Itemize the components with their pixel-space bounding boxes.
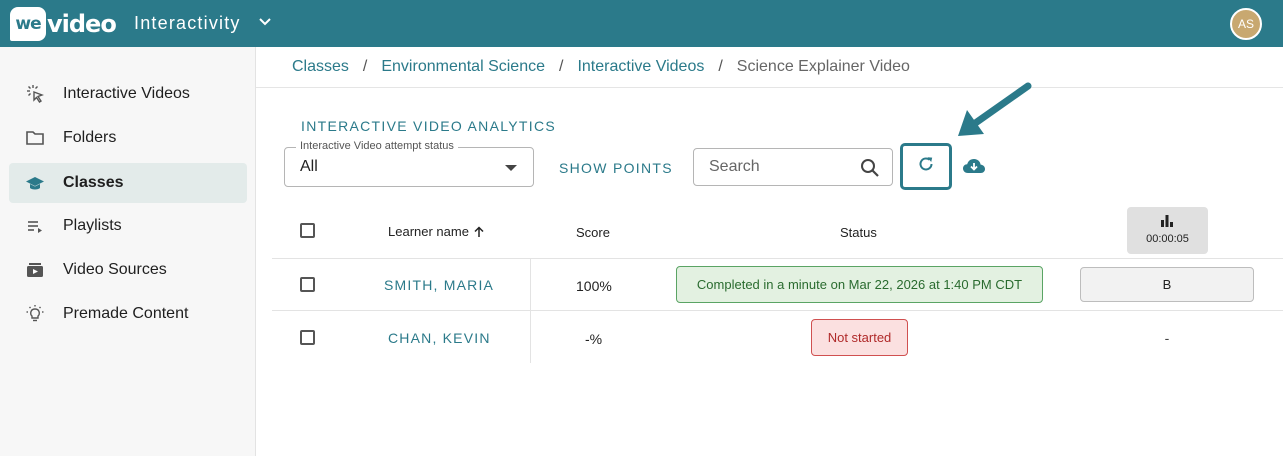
breadcrumb: Classes / Environmental Science / Intera… bbox=[292, 58, 910, 76]
learner-name-link[interactable]: CHAN, KEVIN bbox=[388, 330, 491, 346]
select-all-checkbox[interactable] bbox=[300, 223, 315, 238]
sidebar-item-label: Premade Content bbox=[63, 305, 189, 322]
answer-value: - bbox=[1164, 330, 1170, 346]
score-value: 100% bbox=[576, 278, 612, 294]
breadcrumb-separator: / bbox=[718, 58, 723, 75]
logo-badge: we bbox=[10, 7, 46, 41]
top-bar: we video Interactivity AS bbox=[0, 0, 1283, 47]
sidebar-item-label: Video Sources bbox=[63, 261, 167, 278]
attempt-status-select[interactable]: Interactive Video attempt status All bbox=[284, 140, 534, 187]
graduation-cap-icon bbox=[24, 172, 46, 194]
lightbulb-icon bbox=[24, 303, 46, 325]
status-header: Status bbox=[840, 225, 877, 240]
answer-value[interactable]: B bbox=[1080, 267, 1254, 302]
row-checkbox[interactable] bbox=[300, 330, 315, 345]
video-source-icon bbox=[24, 259, 46, 281]
question-timestamp: 00:00:05 bbox=[1146, 233, 1189, 245]
breadcrumb-separator: / bbox=[362, 58, 368, 75]
sidebar-item-folders[interactable]: Folders bbox=[9, 118, 247, 158]
page-title: INTERACTIVE VIDEO ANALYTICS bbox=[301, 118, 556, 134]
refresh-icon bbox=[917, 155, 935, 178]
learner-name-header[interactable]: Learner name bbox=[388, 224, 485, 239]
breadcrumb-separator: / bbox=[559, 58, 564, 75]
download-button[interactable] bbox=[962, 157, 986, 180]
divider bbox=[272, 310, 1283, 311]
status-badge: Completed in a minute on Mar 22, 2026 at… bbox=[676, 266, 1043, 303]
score-value: -% bbox=[585, 331, 603, 347]
chevron-down-icon[interactable] bbox=[259, 13, 271, 29]
caret-down-icon bbox=[505, 165, 517, 171]
click-pointer-icon bbox=[24, 83, 46, 105]
score-header: Score bbox=[576, 225, 610, 240]
breadcrumb-current: Science Explainer Video bbox=[736, 58, 910, 75]
sidebar-item-classes[interactable]: Classes bbox=[9, 163, 247, 203]
wevideo-logo[interactable]: we video bbox=[10, 7, 117, 41]
avatar[interactable]: AS bbox=[1230, 8, 1262, 40]
search-input[interactable] bbox=[709, 158, 849, 176]
sidebar-item-playlists[interactable]: Playlists bbox=[9, 206, 247, 246]
sidebar-item-video-sources[interactable]: Video Sources bbox=[9, 250, 247, 290]
attempt-status-legend: Interactive Video attempt status bbox=[296, 140, 458, 152]
search-field[interactable] bbox=[693, 148, 893, 186]
refresh-button[interactable] bbox=[900, 143, 952, 190]
show-points-button[interactable]: SHOW POINTS bbox=[559, 160, 673, 176]
sort-ascending-icon bbox=[473, 224, 485, 239]
learner-name-link[interactable]: SMITH, MARIA bbox=[384, 277, 494, 293]
annotation-arrow-icon bbox=[950, 80, 1034, 147]
breadcrumb-link-interactive-videos[interactable]: Interactive Videos bbox=[577, 58, 704, 76]
sidebar-item-label: Playlists bbox=[63, 217, 122, 234]
sidebar-item-interactive-videos[interactable]: Interactive Videos bbox=[9, 74, 247, 114]
sidebar-item-premade-content[interactable]: Premade Content bbox=[9, 294, 247, 334]
question-column-header[interactable]: 00:00:05 bbox=[1127, 207, 1208, 254]
learner-name-header-label: Learner name bbox=[388, 224, 469, 239]
cloud-download-icon bbox=[962, 159, 986, 179]
search-icon[interactable] bbox=[860, 158, 880, 183]
divider bbox=[530, 259, 531, 363]
sidebar-item-label: Interactive Videos bbox=[63, 85, 190, 102]
folder-icon bbox=[24, 127, 46, 149]
sidebar-item-label: Folders bbox=[63, 129, 117, 146]
bar-chart-icon bbox=[1160, 214, 1174, 233]
divider bbox=[272, 258, 1283, 259]
logo-badge-text: we bbox=[15, 14, 41, 34]
logo-text: video bbox=[47, 10, 117, 38]
sidebar: Interactive Videos Folders Classes Playl… bbox=[0, 47, 256, 456]
attempt-status-value: All bbox=[300, 158, 318, 175]
playlist-icon bbox=[24, 215, 46, 237]
breadcrumb-link-environmental-science[interactable]: Environmental Science bbox=[381, 58, 545, 76]
divider bbox=[256, 87, 1283, 88]
breadcrumb-link-classes[interactable]: Classes bbox=[292, 58, 349, 76]
status-badge: Not started bbox=[811, 319, 908, 356]
app-switcher-title[interactable]: Interactivity bbox=[134, 13, 241, 34]
row-checkbox[interactable] bbox=[300, 277, 315, 292]
sidebar-item-label: Classes bbox=[63, 174, 124, 191]
